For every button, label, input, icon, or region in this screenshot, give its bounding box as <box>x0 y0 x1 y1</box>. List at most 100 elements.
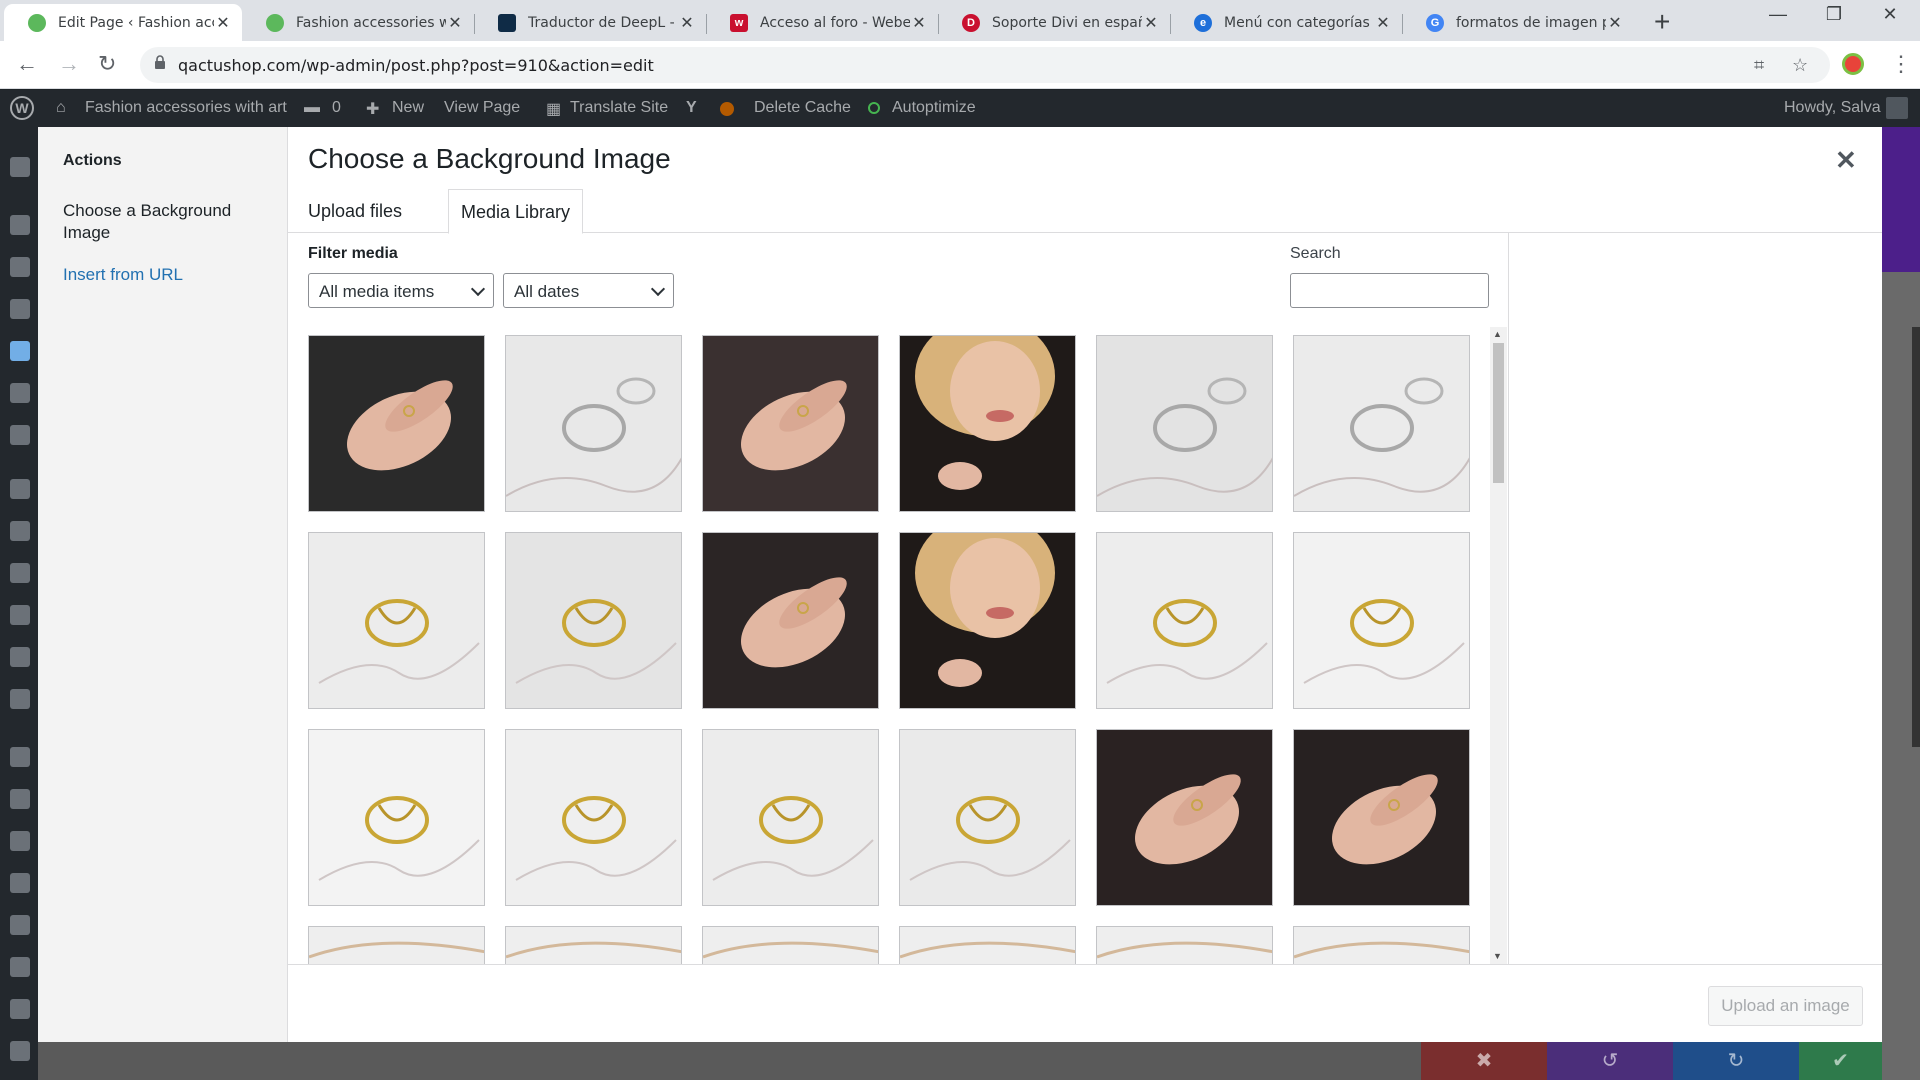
profile-avatar-icon[interactable] <box>1842 53 1864 75</box>
marketing-icon[interactable] <box>10 647 30 667</box>
grid-scrollbar[interactable]: ▲ ▼ <box>1490 327 1507 964</box>
upload-image-button[interactable]: Upload an image <box>1708 986 1863 1026</box>
media-thumbnail[interactable] <box>308 729 485 906</box>
wordpress-logo-icon[interactable]: W <box>10 96 34 120</box>
menu-kebab-icon[interactable]: ⋮ <box>1890 51 1912 77</box>
plugins-icon[interactable] <box>10 789 30 809</box>
media-thumbnail[interactable] <box>899 729 1076 906</box>
media-thumbnail[interactable] <box>308 532 485 709</box>
close-tab-icon[interactable]: ✕ <box>1142 13 1160 33</box>
media-thumbnail[interactable] <box>899 926 1076 964</box>
media-thumbnail[interactable] <box>308 926 485 964</box>
reload-icon[interactable]: ↻ <box>98 51 116 77</box>
media-thumbnail[interactable] <box>899 532 1076 709</box>
scroll-up-icon[interactable]: ▲ <box>1493 329 1502 339</box>
seo-icon[interactable] <box>10 957 30 977</box>
feedback-icon[interactable] <box>10 689 30 709</box>
media-thumbnail[interactable] <box>702 335 879 512</box>
media-thumbnail[interactable] <box>899 335 1076 512</box>
translate-icon[interactable]: ⌗ <box>1754 55 1764 76</box>
media-thumbnail[interactable] <box>308 335 485 512</box>
close-window-icon[interactable]: ✕ <box>1870 4 1910 25</box>
media-thumbnail[interactable] <box>702 926 879 964</box>
tab-upload-files[interactable]: Upload files <box>296 189 414 233</box>
media-thumbnail[interactable] <box>1096 335 1273 512</box>
new-tab-icon[interactable]: + <box>1654 6 1670 38</box>
products-icon[interactable] <box>10 521 30 541</box>
search-input[interactable] <box>1290 273 1489 308</box>
appearance-icon[interactable] <box>10 747 30 767</box>
tools-icon[interactable] <box>10 873 30 893</box>
media-thumbnail[interactable] <box>1293 926 1470 964</box>
media-thumbnail[interactable] <box>702 532 879 709</box>
comments-icon[interactable] <box>10 383 30 403</box>
close-tab-icon[interactable]: ✕ <box>678 13 696 33</box>
pages-icon[interactable] <box>10 341 30 361</box>
restore-icon[interactable]: ❐ <box>1814 4 1854 25</box>
media-icon[interactable] <box>10 257 30 277</box>
media-thumbnail[interactable] <box>1293 532 1470 709</box>
yoast-icon[interactable]: Y <box>686 99 697 117</box>
date-filter-select[interactable]: All dates <box>503 273 674 308</box>
back-icon[interactable]: ← <box>16 51 38 77</box>
comments-count[interactable]: 0 <box>332 99 341 117</box>
close-tab-icon[interactable]: ✕ <box>910 13 928 33</box>
autoptimize-link[interactable]: Autoptimize <box>892 99 976 117</box>
dashboard-icon[interactable] <box>10 157 30 177</box>
discard-icon[interactable]: ✖ <box>1421 1042 1547 1080</box>
browser-tab[interactable]: w Acceso al foro - Weber ✕ <box>706 4 938 41</box>
tab-media-library[interactable]: Media Library <box>448 189 584 234</box>
browser-tab[interactable]: G formatos de imagen pa ✕ <box>1402 4 1634 41</box>
view-page-link[interactable]: View Page <box>444 99 520 117</box>
bookmark-star-icon[interactable]: ☆ <box>1792 55 1808 76</box>
media-thumbnail[interactable] <box>505 335 682 512</box>
media-thumbnail[interactable] <box>1096 926 1273 964</box>
yoast-menu-icon[interactable] <box>10 1041 30 1061</box>
minimize-icon[interactable]: — <box>1758 4 1798 25</box>
projects-icon[interactable] <box>10 425 30 445</box>
close-tab-icon[interactable]: ✕ <box>1374 13 1392 33</box>
media-thumbnail[interactable] <box>1293 729 1470 906</box>
users-icon[interactable] <box>10 831 30 851</box>
media-thumbnail[interactable] <box>1293 335 1470 512</box>
translate-site-link[interactable]: Translate Site <box>570 99 668 117</box>
save-check-icon[interactable]: ✔ <box>1799 1042 1882 1080</box>
redo-icon[interactable]: ↻ <box>1673 1042 1799 1080</box>
close-tab-icon[interactable]: ✕ <box>446 13 464 33</box>
media-thumbnail[interactable] <box>505 532 682 709</box>
comments-icon[interactable]: ▬ <box>304 99 320 117</box>
site-name-link[interactable]: Fashion accessories with art <box>85 99 287 117</box>
browser-tab[interactable]: e Menú con categorías d ✕ <box>1170 4 1402 41</box>
browser-tab[interactable]: Fashion accessories wit ✕ <box>242 4 474 41</box>
analytics-icon[interactable] <box>10 605 30 625</box>
howdy-user-link[interactable]: Howdy, Salva <box>1784 99 1881 117</box>
media-thumbnail[interactable] <box>505 926 682 964</box>
user-avatar-icon[interactable] <box>1886 97 1908 119</box>
browser-tab[interactable]: Traductor de DeepL - D ✕ <box>474 4 706 41</box>
media-thumbnail[interactable] <box>1096 532 1273 709</box>
media-thumbnail[interactable] <box>1096 729 1273 906</box>
media-thumbnail[interactable] <box>505 729 682 906</box>
scroll-thumb[interactable] <box>1493 343 1504 483</box>
browser-tab[interactable]: D Soporte Divi en españo ✕ <box>938 4 1170 41</box>
delete-cache-link[interactable]: Delete Cache <box>754 99 851 117</box>
undo-icon[interactable]: ↺ <box>1547 1042 1673 1080</box>
new-content-link[interactable]: New <box>392 99 424 117</box>
forward-icon[interactable]: → <box>58 51 80 77</box>
close-tab-icon[interactable]: ✕ <box>214 13 232 33</box>
browser-tab[interactable]: Edit Page ‹ Fashion acc ✕ <box>4 4 242 41</box>
payments-icon[interactable] <box>10 563 30 583</box>
insert-from-url-link[interactable]: Insert from URL <box>63 264 183 286</box>
divi-icon[interactable] <box>10 299 30 319</box>
woocommerce-icon[interactable] <box>10 479 30 499</box>
close-tab-icon[interactable]: ✕ <box>1606 13 1624 33</box>
posts-icon[interactable] <box>10 215 30 235</box>
choose-background-image-item[interactable]: Choose a Background Image <box>63 200 263 244</box>
page-scrollbar[interactable] <box>1912 327 1920 747</box>
status-dot-icon[interactable] <box>720 102 734 116</box>
scroll-down-icon[interactable]: ▼ <box>1493 951 1502 961</box>
address-bar[interactable]: qactushop.com/wp-admin/post.php?post=910… <box>140 47 1830 83</box>
checklist-icon[interactable] <box>10 999 30 1019</box>
close-icon[interactable]: ✕ <box>1835 145 1857 176</box>
media-type-select[interactable]: All media items <box>308 273 494 308</box>
